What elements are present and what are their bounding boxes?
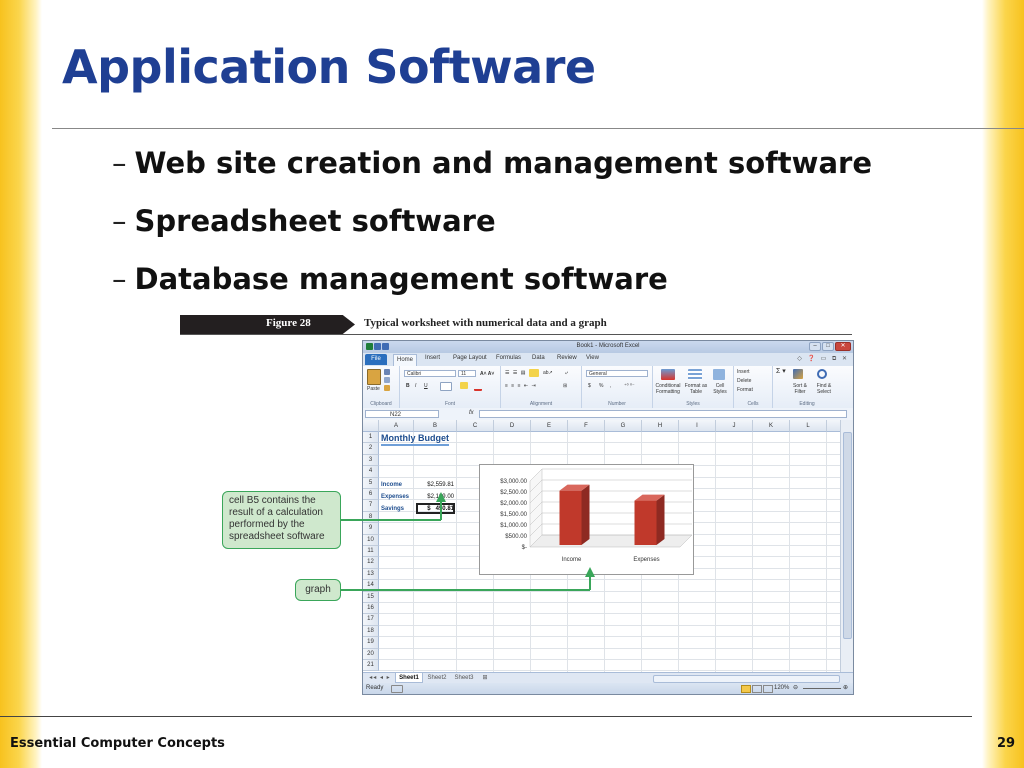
footer-text: Essential Computer Concepts	[10, 736, 225, 751]
page-number: 29	[997, 736, 1016, 751]
callout-connectors	[341, 492, 595, 591]
callout-b5-arrowhead	[436, 492, 446, 502]
footer-divider	[0, 716, 972, 717]
callout-graph-arrowhead	[585, 567, 595, 577]
